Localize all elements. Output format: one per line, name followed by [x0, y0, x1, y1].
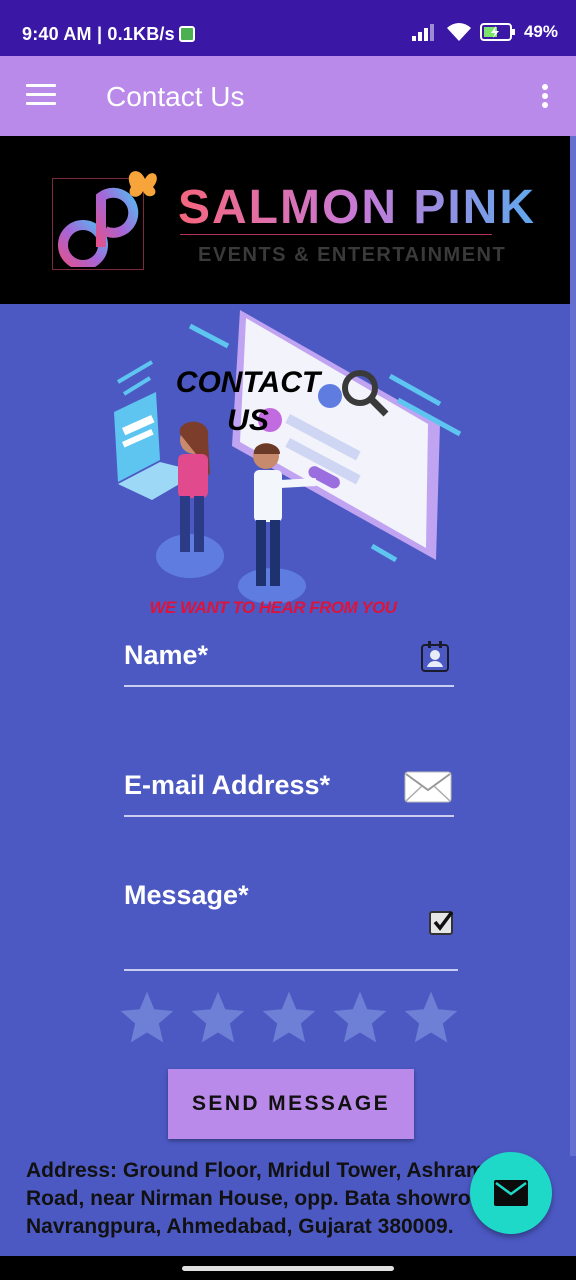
- checkbox-icon: [429, 910, 454, 935]
- brand-banner: SALMON PINK EVENTS & ENTERTAINMENT: [0, 136, 576, 304]
- contact-card-icon: [421, 641, 449, 672]
- email-field[interactable]: E-mail Address*: [124, 770, 454, 817]
- brand-divider: [180, 234, 492, 235]
- status-icons: 49%: [411, 22, 558, 42]
- send-message-button[interactable]: SEND MESSAGE: [168, 1069, 414, 1139]
- star-icon[interactable]: [118, 988, 176, 1046]
- star-icon[interactable]: [331, 988, 389, 1046]
- brand-logo: [52, 171, 157, 270]
- star-icon[interactable]: [189, 988, 247, 1046]
- name-label: Name*: [124, 640, 209, 670]
- email-fab[interactable]: [470, 1152, 552, 1234]
- brand-tagline: EVENTS & ENTERTAINMENT: [198, 244, 507, 266]
- contact-illustration: CONTACT US WE WANT TO HEAR FROM YOU: [0, 304, 576, 624]
- name-field[interactable]: Name*: [124, 640, 454, 687]
- menu-icon[interactable]: [26, 84, 56, 106]
- system-nav-bar: [0, 1256, 576, 1280]
- scrollbar[interactable]: [570, 136, 576, 1156]
- address-text: Address: Ground Floor, Mridul Tower, Ash…: [26, 1159, 508, 1238]
- brand-name: SALMON PINK: [178, 181, 536, 234]
- message-label: Message*: [124, 880, 249, 910]
- envelope-icon: [404, 771, 452, 803]
- status-time: 9:40 AM | 0.1KB/s: [22, 24, 195, 45]
- illustration-graphic: [114, 310, 462, 604]
- star-icon[interactable]: [260, 988, 318, 1046]
- network-app-icon: [178, 26, 195, 42]
- battery-icon: [479, 23, 515, 41]
- status-bar: 9:40 AM | 0.1KB/s 49%: [0, 0, 576, 56]
- app-bar: Contact Us: [0, 56, 576, 136]
- mail-icon: [494, 1180, 528, 1206]
- rating-bar[interactable]: [118, 988, 460, 1046]
- battery-percent: 49%: [523, 22, 558, 41]
- page-title: Contact Us: [106, 81, 245, 112]
- hero-subheading: WE WANT TO HEAR FROM YOU: [149, 598, 397, 617]
- wifi-icon: [446, 23, 471, 41]
- message-field[interactable]: Message*: [124, 880, 458, 971]
- home-gesture-handle[interactable]: [182, 1266, 394, 1271]
- hero-heading: CONTACT US: [175, 366, 321, 437]
- star-icon[interactable]: [402, 988, 460, 1046]
- signal-icon: [411, 24, 434, 41]
- more-vert-icon[interactable]: [542, 84, 550, 110]
